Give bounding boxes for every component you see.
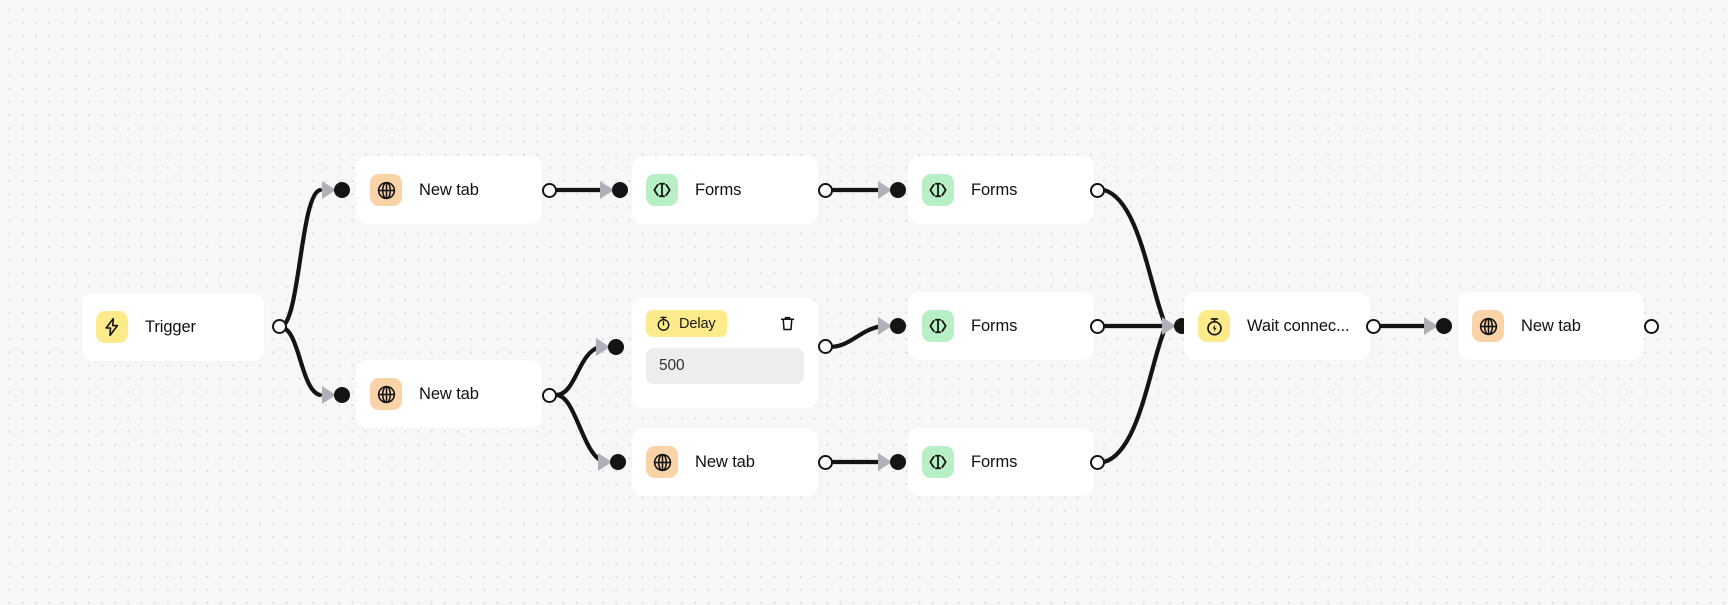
node-newtab3[interactable]: New tab [632, 428, 818, 496]
node-label: New tab [419, 180, 479, 199]
output-port-wait[interactable] [1366, 319, 1381, 334]
delay-badge: Delay [646, 310, 727, 337]
edge-newtab2-newtab3 [553, 392, 607, 465]
globe-icon [370, 378, 402, 410]
node-forms4[interactable]: Forms [908, 428, 1094, 496]
forms-code-icon [922, 310, 954, 342]
output-port-delay[interactable] [818, 339, 833, 354]
node-newtab2[interactable]: New tab [356, 360, 542, 428]
node-label: Forms [971, 316, 1018, 335]
input-port-newtab2[interactable] [322, 386, 352, 404]
node-label: Forms [971, 180, 1018, 199]
node-forms1[interactable]: Forms [632, 156, 818, 224]
output-port-newtab4[interactable] [1644, 319, 1659, 334]
delay-badge-label: Delay [679, 315, 716, 332]
node-label: Trigger [145, 317, 196, 336]
node-forms3[interactable]: Forms [908, 292, 1094, 360]
node-label: Forms [971, 452, 1018, 471]
input-port-newtab3[interactable] [598, 453, 628, 471]
node-label: Wait connec... [1247, 316, 1350, 335]
node-forms2[interactable]: Forms [908, 156, 1094, 224]
stopwatch-icon [655, 315, 672, 332]
output-port-newtab2[interactable] [542, 388, 557, 403]
edge-trigger-newtab1 [277, 187, 323, 330]
input-port-newtab4[interactable] [1424, 317, 1454, 335]
input-port-forms2[interactable] [878, 181, 908, 199]
edge-delay-forms3 [825, 323, 885, 350]
input-port-delay[interactable] [596, 338, 626, 356]
stopwatch-bolt-icon [1198, 310, 1230, 342]
node-label: New tab [695, 452, 755, 471]
edge-forms2-wait [1101, 187, 1169, 329]
node-label: New tab [1521, 316, 1581, 335]
workflow-canvas[interactable]: Trigger New tab Forms Forms New tab Dela… [0, 0, 1728, 605]
node-newtab4[interactable]: New tab [1458, 292, 1644, 360]
globe-icon [370, 174, 402, 206]
trash-icon[interactable] [774, 311, 800, 337]
delay-header: Delay [646, 310, 804, 337]
edge-forms4-wait [1101, 323, 1169, 465]
input-port-newtab1[interactable] [322, 181, 352, 199]
node-delay[interactable]: Delay 500 [632, 298, 818, 408]
output-port-newtab3[interactable] [818, 455, 833, 470]
globe-icon [1472, 310, 1504, 342]
output-port-newtab1[interactable] [542, 183, 557, 198]
edge-trigger-newtab2 [277, 324, 323, 398]
forms-code-icon [922, 446, 954, 478]
node-trigger[interactable]: Trigger [82, 293, 264, 361]
globe-icon [646, 446, 678, 478]
output-port-trigger[interactable] [272, 319, 287, 334]
forms-code-icon [646, 174, 678, 206]
input-port-forms1[interactable] [600, 181, 630, 199]
forms-code-icon [922, 174, 954, 206]
edge-newtab2-delay [553, 344, 603, 398]
lightning-bolt-icon [96, 311, 128, 343]
input-port-forms3[interactable] [878, 317, 908, 335]
delay-value-input[interactable]: 500 [646, 348, 804, 384]
output-port-forms4[interactable] [1090, 455, 1105, 470]
node-label: New tab [419, 384, 479, 403]
output-port-forms1[interactable] [818, 183, 833, 198]
output-port-forms3[interactable] [1090, 319, 1105, 334]
input-port-forms4[interactable] [878, 453, 908, 471]
node-wait-connection[interactable]: Wait connec... [1184, 292, 1370, 360]
node-newtab1[interactable]: New tab [356, 156, 542, 224]
output-port-forms2[interactable] [1090, 183, 1105, 198]
node-label: Forms [695, 180, 742, 199]
